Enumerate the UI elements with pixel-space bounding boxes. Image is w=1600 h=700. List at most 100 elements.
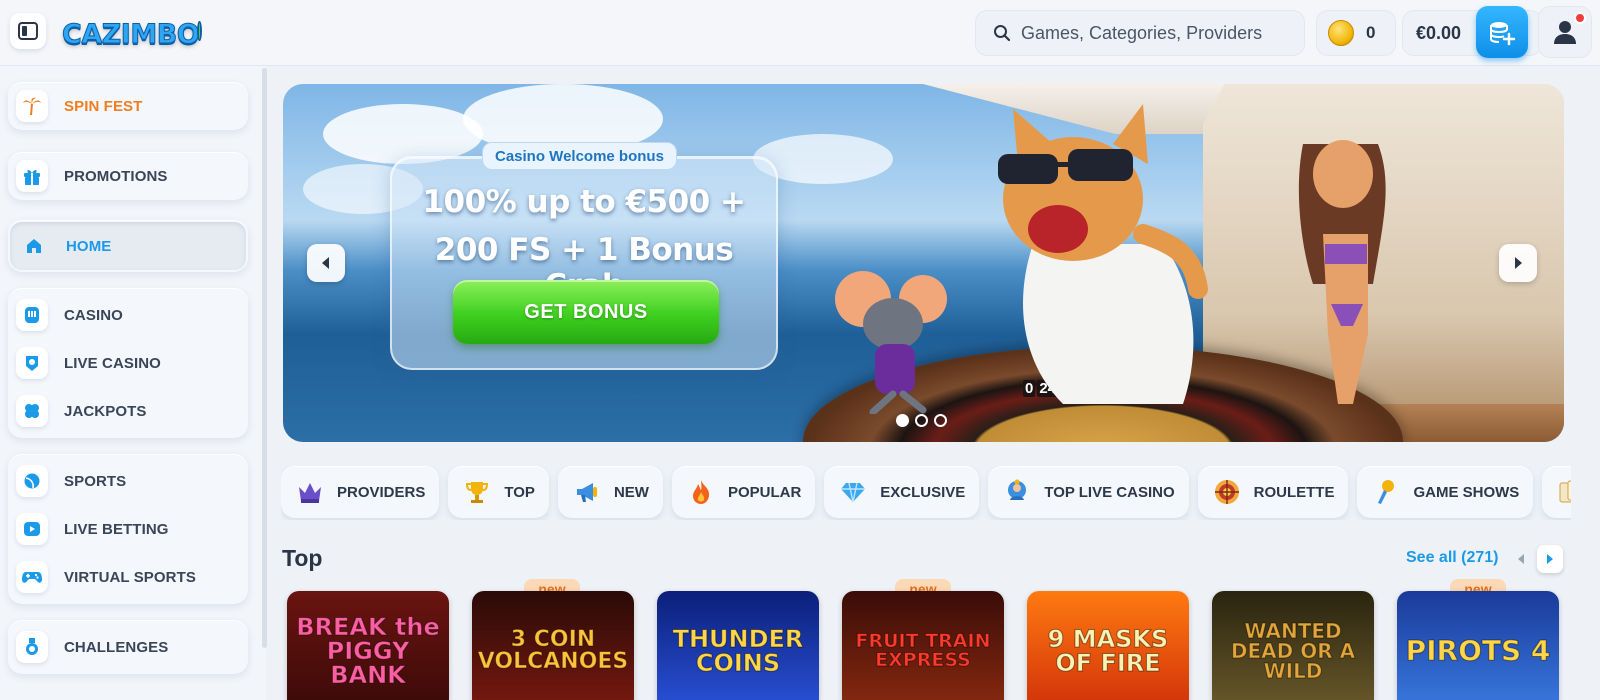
logo-text: CAZIMBO (61, 18, 200, 50)
game-title: 9 MASKS OF FIRE (1047, 625, 1169, 677)
chip-label: TOP LIVE CASINO (1044, 483, 1175, 501)
chip-popular[interactable]: POPULAR (671, 466, 816, 518)
play-icon (16, 513, 48, 545)
menu-toggle-button[interactable] (10, 13, 46, 49)
pagination-dot[interactable] (915, 414, 928, 427)
nav-group-challenges: CHALLENGES (8, 620, 248, 674)
deposit-button[interactable] (1476, 6, 1528, 58)
game-tile[interactable]: WANTED DEAD OR A WILD (1212, 591, 1374, 700)
game-tile[interactable]: PIROTS 4 (1397, 591, 1559, 700)
chip-new[interactable]: NEW (557, 466, 663, 518)
sidebar-item-challenges[interactable]: CHALLENGES (8, 623, 248, 671)
coins-balance[interactable]: 0 (1316, 10, 1396, 56)
welcome-bonus-tag: Casino Welcome bonus (482, 142, 677, 170)
game-tile[interactable]: 9 MASKS OF FIRE (1027, 591, 1189, 700)
game-title: PIROTS 4 (1405, 634, 1551, 667)
sidebar-label-challenges: CHALLENGES (64, 638, 169, 656)
chip-roulette[interactable]: ROULETTE (1197, 466, 1349, 518)
chip-label: GAME SHOWS (1413, 483, 1520, 501)
nav-group-casino: CASINO LIVE CASINO JACKPOTS (8, 288, 248, 438)
sidebar-item-jackpots[interactable]: JACKPOTS (8, 387, 248, 435)
sidebar-label-virtual-sports: VIRTUAL SPORTS (64, 568, 196, 586)
chevron-right-icon (1515, 257, 1522, 269)
game-tile[interactable]: THUNDER COINS (657, 591, 819, 700)
palm-icon (16, 90, 48, 122)
game-tile[interactable]: FRUIT TRAIN EXPRESS (842, 591, 1004, 700)
sidebar-scrollbar[interactable] (262, 68, 267, 648)
top-games-row: BREAK the PIGGY BANK 3 COIN VOLCANOES TH… (287, 591, 1587, 700)
sidebar-label-jackpots: JACKPOTS (64, 402, 147, 420)
search-icon (991, 22, 1013, 44)
game-title: THUNDER COINS (672, 625, 804, 677)
top-prev-button[interactable] (1508, 545, 1534, 573)
banner-next-button[interactable] (1499, 244, 1537, 282)
sidebar-label-sports: SPORTS (64, 472, 127, 490)
cards-icon: A (1556, 477, 1571, 507)
chip-label: EXCLUSIVE (880, 483, 966, 501)
user-icon (1554, 21, 1576, 44)
balance-value: €0.00 (1416, 22, 1462, 43)
get-bonus-button[interactable]: GET BONUS (453, 280, 719, 344)
home-icon (18, 230, 50, 262)
sidebar: SPIN FEST PROMOTIONS HOME CASINO LIVE CA… (0, 66, 266, 700)
chevron-right-icon (1547, 554, 1553, 564)
diamond-icon (838, 477, 868, 507)
cloud-shape (323, 104, 483, 164)
chip-blackjack[interactable]: A BL (1542, 466, 1571, 518)
clover-icon (16, 395, 48, 427)
female-cat-illustration (1298, 140, 1386, 404)
game-title: BREAK the PIGGY BANK (296, 613, 441, 689)
search-input[interactable]: Games, Categories, Providers (975, 10, 1305, 56)
nav-group-sports: SPORTS LIVE BETTING VIRTUAL SPORTS (8, 454, 248, 604)
sidebar-item-virtual-sports[interactable]: VIRTUAL SPORTS (8, 553, 248, 601)
crown-icon (295, 477, 325, 507)
profile-button[interactable] (1538, 6, 1592, 58)
chip-label: PROVIDERS (337, 483, 426, 501)
chip-providers[interactable]: PROVIDERS (281, 466, 440, 518)
microphone-icon (1371, 477, 1401, 507)
roulette-icon (1212, 477, 1242, 507)
gamepad-icon (16, 561, 48, 593)
chip-exclusive[interactable]: EXCLUSIVE (824, 466, 980, 518)
game-title: 3 COIN VOLCANOES (477, 627, 629, 674)
game-tile[interactable]: BREAK the PIGGY BANK (287, 591, 449, 700)
slot-icon (16, 299, 48, 331)
pagination-dot[interactable] (934, 414, 947, 427)
top-next-button[interactable] (1537, 545, 1563, 573)
sidebar-item-promotions[interactable]: PROMOTIONS (8, 152, 248, 200)
game-title: WANTED DEAD OR A WILD (1230, 619, 1356, 683)
fire-icon (686, 477, 716, 507)
sidebar-item-spin-fest[interactable]: SPIN FEST (8, 82, 248, 130)
megaphone-icon (572, 477, 602, 507)
see-all-link[interactable]: See all (271) (1406, 549, 1499, 567)
trophy-icon (462, 477, 492, 507)
cazimbo-logo[interactable]: CAZIMBO (61, 13, 202, 55)
chip-top[interactable]: TOP (448, 466, 549, 518)
sidebar-label-spin-fest: SPIN FEST (64, 97, 143, 115)
sidebar-label-home: HOME (66, 237, 112, 255)
mouse-character-illustration (835, 271, 947, 414)
game-tile[interactable]: 3 COIN VOLCANOES (472, 591, 634, 700)
search-placeholder: Games, Categories, Providers (1021, 22, 1263, 43)
chevron-left-icon (322, 257, 329, 269)
gift-icon (16, 160, 48, 192)
chevron-left-icon (1518, 554, 1524, 564)
cat-mascot-illustration (998, 104, 1208, 404)
sidebar-item-live-betting[interactable]: LIVE BETTING (8, 505, 248, 553)
sidebar-item-sports[interactable]: SPORTS (8, 457, 248, 505)
chip-label: POPULAR (727, 483, 802, 501)
sidebar-item-live-casino[interactable]: LIVE CASINO (8, 339, 248, 387)
sidebar-item-home[interactable]: HOME (10, 222, 246, 270)
banner-prev-button[interactable] (307, 244, 345, 282)
chip-top-live-casino[interactable]: TOP LIVE CASINO (988, 466, 1189, 518)
sidebar-label-promotions: PROMOTIONS (64, 167, 168, 185)
coin-icon (1328, 20, 1354, 46)
live-casino-icon (16, 347, 48, 379)
category-chips: PROVIDERS TOP NEW POPULAR EXCLUSIVE TOP … (281, 466, 1571, 520)
sidebar-label-live-casino: LIVE CASINO (64, 354, 161, 372)
pagination-dot-active[interactable] (896, 414, 909, 427)
chip-game-shows[interactable]: GAME SHOWS (1357, 466, 1534, 518)
sidebar-item-casino[interactable]: CASINO (8, 291, 248, 339)
hero-banner[interactable]: 0 24 16 33 1 Casino Welcome bonus 100% u… (283, 84, 1564, 442)
sidebar-label-casino: CASINO (64, 306, 123, 324)
